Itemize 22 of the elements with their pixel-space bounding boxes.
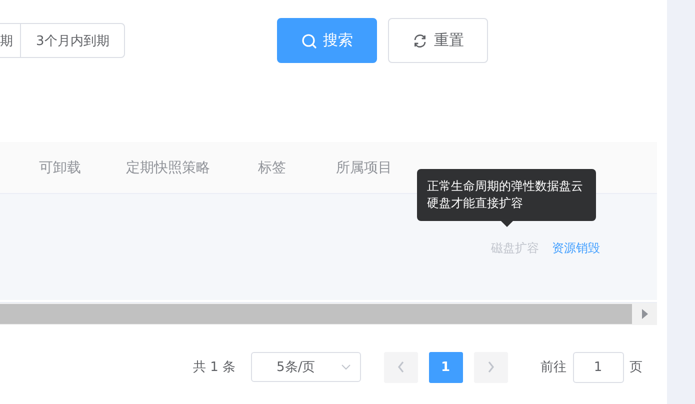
tooltip-pointer	[500, 221, 512, 227]
horizontal-scrollbar[interactable]	[0, 302, 657, 325]
right-arrow-icon	[641, 309, 649, 319]
tooltip: 正常生命周期的弹性数据盘云硬盘才能直接扩容	[417, 169, 596, 221]
column-header: 标签	[258, 160, 286, 176]
search-icon	[301, 32, 317, 48]
refresh-icon	[412, 32, 428, 48]
page-size-select[interactable]: 5条/页	[250, 352, 361, 382]
column-header: 定期快照策略	[126, 160, 210, 176]
date-range-option[interactable]: 期	[0, 23, 21, 58]
goto-label: 前往	[540, 359, 567, 376]
chevron-left-icon	[396, 361, 405, 373]
column-header: 所属项目	[336, 160, 392, 176]
scrollbar-thumb[interactable]	[0, 304, 632, 324]
reset-button[interactable]: 重置	[388, 18, 488, 63]
page-suffix: 页	[630, 359, 643, 376]
date-range-option[interactable]: 3个月内到期	[20, 23, 126, 58]
chevron-right-icon	[486, 361, 495, 373]
column-header: 可卸载	[39, 160, 81, 176]
chevron-down-icon	[340, 364, 351, 370]
page-input[interactable]: 1	[572, 352, 624, 382]
total-count: 共 1 条	[193, 359, 236, 376]
